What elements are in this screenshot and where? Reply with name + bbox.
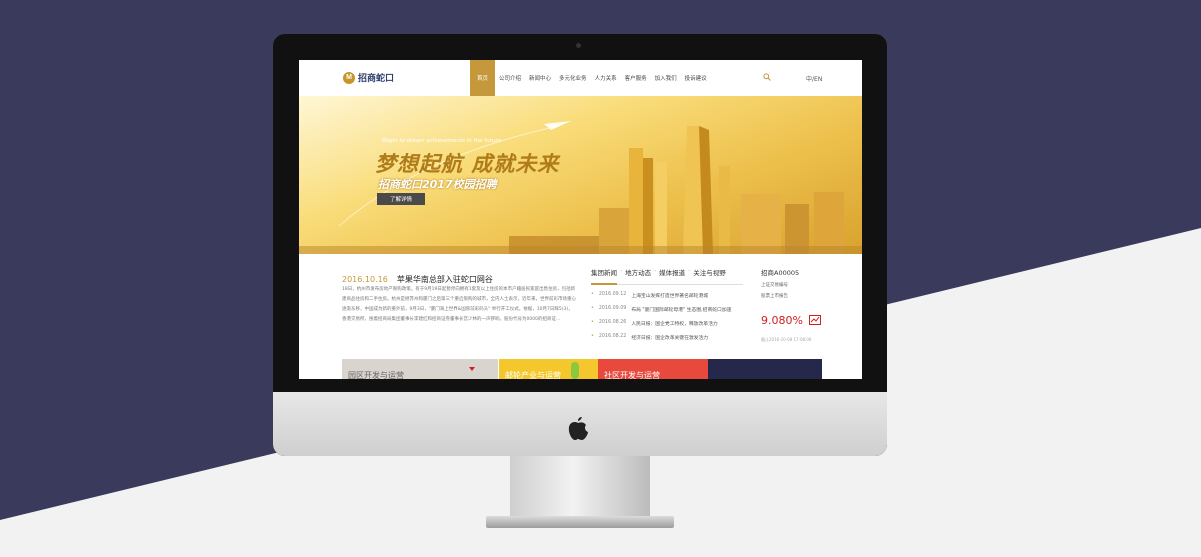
news-list: • 2016.09.12 上海宝山发挥打造世界著名邮轮港城 • 2016.09.…: [591, 292, 751, 348]
news-title[interactable]: 苹果华南总部入驻蛇口网谷: [397, 275, 493, 284]
top-nav: M 招商蛇口 首页 公司介绍 新闻中心 多元化业务 人力关系 客户服务 加入我们…: [299, 60, 862, 97]
tile-park[interactable]: 园区开发与运营: [342, 359, 498, 379]
bullet-icon: •: [591, 292, 594, 297]
apple-icon: [568, 417, 588, 440]
active-tab-indicator: [591, 283, 617, 285]
news-tabs: 集团新闻 · 地方动态 · 媒体报道 · 关注与视野: [591, 267, 726, 277]
nav-item-service[interactable]: 客户服务: [621, 60, 651, 96]
tile-other[interactable]: [708, 359, 822, 379]
tile-label: 园区开发与运营: [348, 371, 404, 379]
search-icon[interactable]: [763, 73, 771, 81]
stock-panel: 招商A00005 上证交易编号 股票上市报告: [761, 267, 851, 299]
tile-label: 社区开发与运营: [604, 371, 660, 379]
list-item[interactable]: • 2016.08.26 人民日报：国企党工特权，释放改革活力: [591, 320, 751, 334]
logo-mark-icon: M: [343, 71, 355, 84]
nav-item-home[interactable]: 首页: [470, 60, 496, 96]
tab-group-news[interactable]: 集团新闻: [591, 267, 617, 277]
learn-more-button[interactable]: 了解详情: [377, 193, 425, 205]
news-date: 2016.10.16: [342, 275, 388, 284]
logo-text: 招商蛇口: [358, 74, 395, 84]
list-item-text[interactable]: 人民日报：国企党工特权，释放改革活力: [631, 320, 717, 334]
news-body: 18日，杭州市发布房地产限购政策。有于9月19日起暂停向拥有1套及以上住房的本市…: [342, 287, 576, 322]
stock-timestamp: 截止2016-10-08 17:08:09: [761, 337, 812, 342]
stock-value-text: 9.080%: [761, 314, 803, 327]
trend-up-icon: [809, 315, 822, 325]
monitor-stand: [510, 456, 650, 524]
nav-item-business[interactable]: 多元化业务: [555, 60, 591, 96]
list-item-text[interactable]: 上海宝山发挥打造世界著名邮轮港城: [631, 292, 708, 306]
list-item-date: 2016.08.26: [598, 320, 627, 325]
tab-separator: ·: [620, 267, 623, 275]
nav-item-join[interactable]: 加入我们: [651, 60, 681, 96]
tab-separator: ·: [688, 267, 691, 275]
monitor-base: [486, 516, 674, 528]
arrow-down-icon: [469, 367, 475, 371]
logo[interactable]: M 招商蛇口: [343, 71, 394, 84]
nav-item-about[interactable]: 公司介绍: [495, 60, 525, 96]
list-item-date: 2016.08.22: [598, 334, 627, 339]
tab-local-news[interactable]: 地方动态: [625, 267, 651, 277]
list-item-text[interactable]: 布局 "厦门国际邮轮母港" 生态圈,招商蛇口加速: [631, 306, 731, 320]
tab-perspectives[interactable]: 关注与视野: [693, 267, 726, 277]
business-tiles: 园区开发与运营 邮轮产业与运营 社区开发与运营: [342, 359, 862, 379]
language-switch[interactable]: 中/EN: [806, 74, 822, 83]
tile-label: 邮轮产业与运营: [505, 371, 561, 379]
nav-menu: 首页 公司介绍 新闻中心 多元化业务 人力关系 客户服务 加入我们 投诉建议: [470, 60, 711, 96]
stock-name: 招商A00005: [761, 269, 800, 277]
bullet-icon: •: [591, 306, 594, 311]
camera-icon: [576, 43, 581, 48]
stock-exchange-label: 上证交易编号: [761, 283, 788, 288]
banner-sub-slogan: 招商蛇口2017校园招聘: [378, 178, 497, 191]
list-item-date: 2016.09.09: [598, 306, 627, 311]
nav-item-feedback[interactable]: 投诉建议: [681, 60, 711, 96]
list-item[interactable]: • 2016.09.12 上海宝山发挥打造世界著名邮轮港城: [591, 292, 751, 306]
nav-item-hr[interactable]: 人力关系: [591, 60, 621, 96]
tile-community[interactable]: 社区开发与运营: [598, 359, 708, 379]
bullet-icon: •: [591, 334, 594, 339]
screen: M 招商蛇口 首页 公司介绍 新闻中心 多元化业务 人力关系 客户服务 加入我们…: [299, 60, 862, 379]
stock-value: 9.080%: [761, 314, 822, 327]
banner-slogan: 梦想起航 成就未来: [375, 152, 560, 176]
tab-separator: ·: [654, 267, 657, 275]
list-item-text[interactable]: 经济日报：国企改革关键在激发活力: [631, 334, 708, 348]
tab-media-reports[interactable]: 媒体报道: [659, 267, 685, 277]
featured-news-header[interactable]: 2016.10.16 苹果华南总部入驻蛇口网谷: [342, 267, 577, 286]
list-item-date: 2016.09.12: [598, 292, 627, 297]
list-item[interactable]: • 2016.09.09 布局 "厦门国际邮轮母港" 生态圈,招商蛇口加速: [591, 306, 751, 320]
banner-tagline-en: Begin to dream achievements in the futur…: [382, 138, 501, 144]
nav-item-news[interactable]: 新闻中心: [525, 60, 555, 96]
stock-report-label: 股票上市报告: [761, 294, 788, 299]
bullet-icon: •: [591, 320, 594, 325]
hero-banner: Begin to dream achievements in the futur…: [299, 96, 862, 254]
tile-cruise[interactable]: 邮轮产业与运营: [499, 359, 598, 379]
list-item[interactable]: • 2016.08.22 经济日报：国企改革关键在激发活力: [591, 334, 751, 348]
plant-icon: [571, 362, 579, 379]
